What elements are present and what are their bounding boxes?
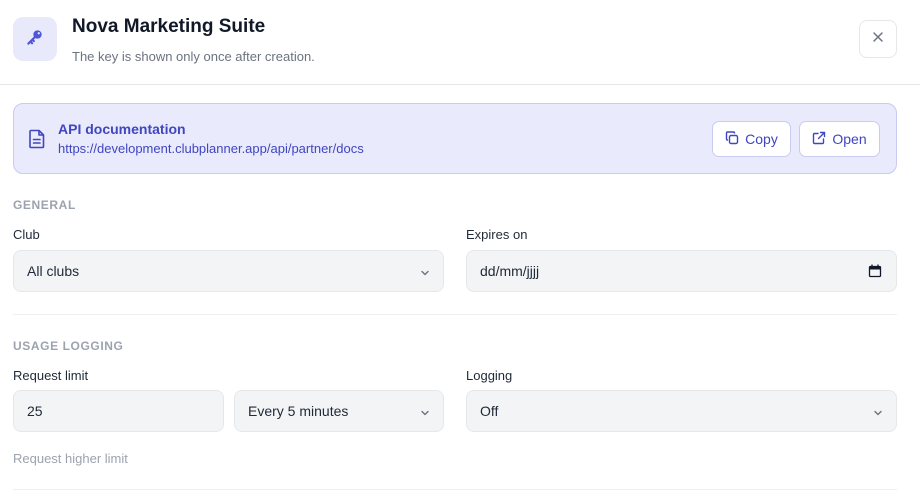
expires-date-value: dd/mm/jjjj xyxy=(480,263,540,279)
chevron-down-icon xyxy=(873,405,883,421)
usage-section-label: USAGE LOGGING xyxy=(13,339,124,353)
chevron-down-icon xyxy=(420,265,430,281)
interval-select[interactable]: Every 5 minutes xyxy=(234,390,444,432)
api-docs-card: API documentation https://development.cl… xyxy=(13,103,897,174)
copy-button[interactable]: Copy xyxy=(712,121,791,157)
expires-date-input[interactable]: dd/mm/jjjj xyxy=(466,250,897,292)
document-icon xyxy=(28,129,46,154)
expires-label: Expires on xyxy=(466,227,528,242)
close-icon xyxy=(872,30,884,48)
close-button[interactable] xyxy=(859,20,897,58)
section-divider xyxy=(13,489,897,490)
dialog-subtitle: The key is shown only once after creatio… xyxy=(72,49,315,64)
key-badge xyxy=(13,17,57,61)
logging-label: Logging xyxy=(466,368,513,383)
general-section-label: GENERAL xyxy=(13,198,76,212)
request-higher-limit-link[interactable]: Request higher limit xyxy=(13,451,128,466)
dialog-header: Nova Marketing Suite The key is shown on… xyxy=(0,0,920,85)
request-limit-value: 25 xyxy=(27,403,43,419)
calendar-icon[interactable] xyxy=(868,264,882,281)
club-select-value: All clubs xyxy=(27,263,80,279)
api-docs-url[interactable]: https://development.clubplanner.app/api/… xyxy=(58,141,364,156)
dialog-title: Nova Marketing Suite xyxy=(72,16,266,37)
open-button[interactable]: Open xyxy=(799,121,880,157)
request-limit-label: Request limit xyxy=(13,368,89,383)
club-label: Club xyxy=(13,227,40,242)
section-divider xyxy=(13,314,897,315)
copy-label: Copy xyxy=(745,131,778,147)
request-limit-input[interactable]: 25 xyxy=(13,390,224,432)
interval-select-value: Every 5 minutes xyxy=(248,403,349,419)
chevron-down-icon xyxy=(420,405,430,421)
copy-icon xyxy=(725,130,739,148)
external-link-icon xyxy=(812,131,826,148)
logging-select-value: Off xyxy=(480,403,499,419)
logging-select[interactable]: Off xyxy=(466,390,897,432)
api-docs-title: API documentation xyxy=(58,121,186,137)
open-label: Open xyxy=(832,131,867,147)
key-icon xyxy=(25,27,45,52)
club-select[interactable]: All clubs xyxy=(13,250,444,292)
